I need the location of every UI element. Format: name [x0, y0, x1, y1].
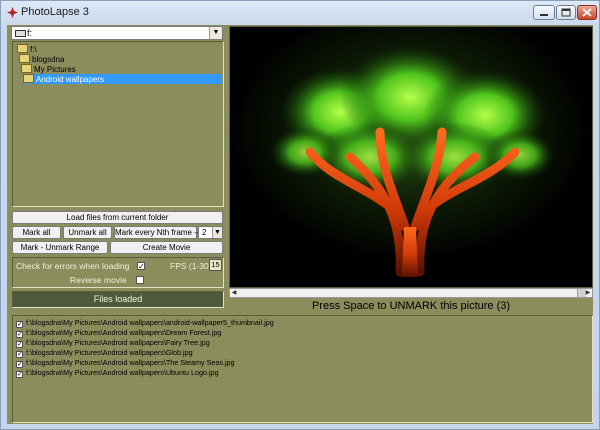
tree-item-my-pictures[interactable]: My Pictures [21, 64, 76, 74]
drive-label: f: [27, 28, 33, 38]
close-icon [582, 8, 592, 17]
tree-item-label: Android wallpapers [36, 75, 105, 84]
unmark-all-button[interactable]: Unmark all [63, 226, 112, 239]
tree-item-label: f:\ [30, 45, 37, 54]
file-path: f:\blogsdna\My Pictures\Android wallpape… [26, 328, 222, 337]
file-list-item[interactable]: ✓ f:\blogsdna\My Pictures\Android wallpap… [16, 318, 274, 328]
tree-item-drive-root[interactable]: f:\ [17, 44, 37, 54]
fairy-tree-image [230, 27, 592, 287]
maximize-icon [561, 8, 571, 17]
file-checkbox[interactable]: ✓ [16, 351, 23, 358]
tree-item-blogsdna[interactable]: blogsdna [19, 54, 64, 64]
folder-icon [23, 74, 34, 83]
chevron-down-icon[interactable]: ▼ [209, 27, 222, 39]
file-checkbox[interactable]: ✓ [16, 321, 23, 328]
folder-open-icon [21, 64, 32, 73]
file-checkbox[interactable]: ✓ [16, 371, 23, 378]
nth-frame-select[interactable]: 2 ▼ [198, 226, 223, 239]
file-path: f:\blogsdna\My Pictures\Android wallpape… [26, 368, 219, 377]
fps-input[interactable]: 15 [209, 259, 222, 271]
scroll-left-icon[interactable]: ◀ [230, 289, 238, 297]
chevron-down-icon[interactable]: ▼ [212, 227, 222, 238]
file-list[interactable]: ✓ f:\blogsdna\My Pictures\Android wallpap… [12, 315, 593, 423]
file-list-item[interactable]: ✓ f:\blogsdna\My Pictures\Android wallpap… [16, 338, 210, 348]
options-group: Check for errors when loading ✓ FPS (1-3… [12, 257, 224, 288]
app-window: PhotoLapse 3 f: ▼ f:\ blogsdna My Pictur… [0, 0, 600, 430]
create-movie-button[interactable]: Create Movie [110, 241, 223, 254]
status-text: Files loaded [12, 291, 224, 308]
image-preview[interactable] [229, 26, 593, 288]
load-files-button[interactable]: Load files from current folder [12, 211, 223, 224]
folder-open-icon [17, 44, 28, 53]
nth-frame-value: 2 [202, 228, 207, 237]
tree-item-label: blogsdna [32, 55, 65, 64]
file-list-item[interactable]: ✓ f:\blogsdna\My Pictures\Android wallpap… [16, 328, 221, 338]
minimize-button[interactable] [533, 5, 555, 20]
reverse-movie-label: Reverse movie [70, 275, 127, 285]
window-title: PhotoLapse 3 [21, 6, 89, 18]
mark-unmark-range-button[interactable]: Mark - Unmark Range [12, 241, 108, 254]
tree-item-label: My Pictures [34, 65, 76, 74]
file-list-item[interactable]: ✓ f:\blogsdna\My Pictures\Android wallpap… [16, 358, 235, 368]
file-list-item[interactable]: ✓ f:\blogsdna\My Pictures\Android wallpap… [16, 348, 193, 358]
file-checkbox[interactable]: ✓ [16, 341, 23, 348]
drive-icon [15, 30, 26, 37]
file-path: f:\blogsdna\My Pictures\Android wallpape… [26, 338, 210, 347]
file-path: f:\blogsdna\My Pictures\Android wallpape… [26, 318, 274, 327]
fps-label: FPS (1-30) [170, 261, 212, 271]
check-errors-label: Check for errors when loading [16, 261, 130, 271]
preview-hint: Press Space to UNMARK this picture (3) [311, 300, 511, 312]
file-checkbox[interactable]: ✓ [16, 361, 23, 368]
reverse-movie-checkbox[interactable] [136, 276, 144, 284]
file-path: f:\blogsdna\My Pictures\Android wallpape… [26, 358, 235, 367]
file-list-item[interactable]: ✓ f:\blogsdna\My Pictures\Android wallpap… [16, 368, 219, 378]
mark-all-button[interactable]: Mark all [12, 226, 61, 239]
client-area: f: ▼ f:\ blogsdna My Pictures Android wa… [7, 25, 593, 424]
folder-tree[interactable]: f:\ blogsdna My Pictures Android wallpap… [12, 41, 224, 207]
file-path: f:\blogsdna\My Pictures\Android wallpape… [26, 348, 193, 357]
maximize-button[interactable] [556, 5, 576, 20]
close-button[interactable] [577, 5, 597, 20]
minimize-icon [540, 14, 548, 16]
tree-item-android-wallpapers[interactable]: Android wallpapers [23, 74, 221, 84]
preview-scrollbar[interactable]: ◀ ▶ [229, 288, 593, 298]
mark-every-nth-button[interactable]: Mark every Nth frame --> [114, 226, 204, 239]
folder-open-icon [19, 54, 30, 63]
file-checkbox[interactable]: ✓ [16, 331, 23, 338]
scroll-right-icon[interactable]: ▶ [584, 289, 592, 297]
title-bar[interactable]: PhotoLapse 3 [1, 1, 599, 25]
app-icon [7, 7, 18, 18]
drive-select[interactable]: f: ▼ [11, 26, 223, 40]
check-errors-checkbox[interactable]: ✓ [137, 262, 145, 271]
